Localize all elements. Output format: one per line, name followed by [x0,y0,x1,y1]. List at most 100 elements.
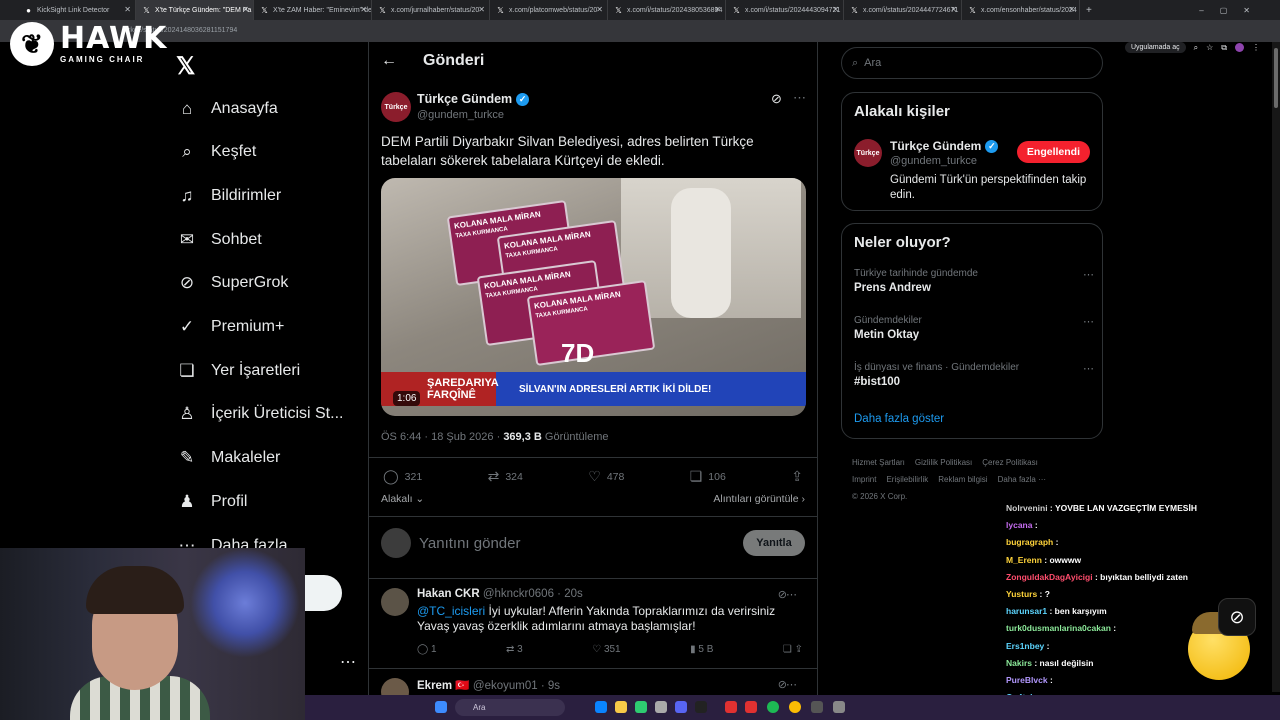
app-icon[interactable] [695,701,707,713]
reply-action[interactable]: ◯ 1 [417,644,437,655]
repost-action[interactable]: ⇄ 3 [506,644,523,655]
nav-item-bell[interactable]: ♫ Bildirimler [176,181,282,211]
app-icon[interactable] [675,701,687,713]
view-quotes-link[interactable]: Alıntıları görüntüle › [713,493,805,505]
related-avatar[interactable]: Türkçe [854,139,882,167]
nav-item-bookmark[interactable]: ❏ Yer İşaretleri [176,356,300,386]
footer-link[interactable]: Reklam bilgisi [938,475,987,484]
sort-related-dropdown[interactable]: Alakalı ⌄ [381,493,424,505]
trend-more-icon[interactable]: ⋯ [1083,362,1094,375]
reply-action[interactable]: ◯ 321 [383,468,422,485]
account-more-icon[interactable]: ⋯ [340,652,356,672]
nav-item-profile[interactable]: ♟ Profil [176,487,247,517]
reply-more-icon[interactable]: ⋯ [786,678,797,691]
app-icon[interactable] [635,701,647,713]
taskbar-search[interactable]: Ara [455,699,565,716]
tweet-more-icon[interactable]: ⋯ [793,90,806,106]
repost-action[interactable]: ⇄ 324 [488,468,523,485]
app-icon[interactable] [615,701,627,713]
close-tab-icon[interactable]: ✕ [360,5,367,14]
nav-item-mail[interactable]: ✉ Sohbet [176,225,262,255]
app-icon[interactable] [655,701,667,713]
share-action[interactable]: ⇪ [791,468,803,485]
app-icon[interactable] [811,701,823,713]
blocked-button[interactable]: Engellendi [1016,141,1090,163]
footer-link[interactable]: Daha fazla ··· [998,475,1046,484]
nav-item-article[interactable]: ✎ Makaleler [176,443,280,473]
x-logo-icon[interactable]: 𝕏 [176,52,195,81]
window-controls[interactable]: –▢✕ [1199,6,1266,15]
close-tab-icon[interactable]: ✕ [1068,5,1075,14]
start-icon[interactable] [435,701,447,713]
tweet-video[interactable]: KOLANA MALA MİRAN TAXA KURMANCA KOLANA MA… [381,178,806,416]
footer-link[interactable]: Gizlilik Politikası [915,458,972,467]
browser-tab[interactable]: ● KickSight Link Detector ✕ [18,0,136,20]
like-action[interactable]: ♡ 478 [588,468,624,485]
browser-menu-icon[interactable]: ⋮ [1252,43,1260,52]
trend-item[interactable]: Türkiye tarihinde gündemde Prens Andrew ⋯ [854,268,1094,294]
address-bar[interactable]: rkce/status/2024148036281151794 Uygulama… [0,20,1280,53]
chrome-icon[interactable] [789,701,801,713]
browser-tab[interactable]: 𝕏x.com/i/status/2024443094721 ✕ [726,0,844,20]
close-tab-icon[interactable]: ✕ [242,5,249,14]
browser-tab[interactable]: 𝕏 X'te ZAM Haber: "Eminevim" de ✕ [254,0,372,20]
footer-link[interactable]: Erişilebilirlik [886,475,928,484]
reply-button[interactable]: Yanıtla [743,530,805,556]
browser-tab[interactable]: 𝕏x.com/i/status/2024380536894 ✕ [608,0,726,20]
footer-link[interactable]: © 2026 X Corp. [852,492,907,501]
open-in-app-pill[interactable]: Uygulamada aç [1124,42,1186,53]
app-icon[interactable] [833,701,845,713]
scrollbar[interactable] [1272,42,1280,692]
back-arrow-icon[interactable]: ← [381,52,397,70]
close-tab-icon[interactable]: ✕ [124,5,131,14]
close-tab-icon[interactable]: ✕ [478,5,485,14]
app-icon[interactable] [745,701,757,713]
related-name[interactable]: Türkçe Gündem [890,139,981,153]
star-icon[interactable]: ☆ [1206,43,1213,52]
new-tab-icon[interactable]: + [1086,5,1092,16]
like-action[interactable]: ♡ 351 [592,644,620,655]
footer-link[interactable]: Hizmet Şartları [852,458,905,467]
reply-input[interactable]: Yanıtını gönder [419,535,743,552]
nav-item-studio[interactable]: ♙ İçerik Üreticisi St... [176,399,343,429]
reply-more-icon[interactable]: ⋯ [786,588,797,601]
nav-item-home[interactable]: ⌂ Anasayfa [176,94,278,124]
nav-item-grok[interactable]: ⊘ SuperGrok [176,268,289,298]
trend-more-icon[interactable]: ⋯ [1083,268,1094,281]
show-more-link[interactable]: Daha fazla göster [854,413,944,425]
trend-more-icon[interactable]: ⋯ [1083,315,1094,328]
trend-item[interactable]: Gündemdekiler Metin Oktay ⋯ [854,315,1094,341]
trend-item[interactable]: İş dünyası ve finans · Gündemdekiler #bis… [854,362,1094,388]
grok-icon[interactable]: ⊘ [1218,598,1256,636]
scroll-thumb[interactable] [1274,48,1278,108]
views-action[interactable]: ▮ 5 B [690,644,713,655]
author-avatar[interactable]: Türkçe [381,92,411,122]
app-icon[interactable] [725,701,737,713]
footer-link[interactable]: Imprint [852,475,876,484]
grok-explain-icon[interactable]: ⊘ [771,91,782,107]
mention-link[interactable]: @TC_icisleri [417,604,485,618]
search-input[interactable]: ⌕ Ara [841,47,1103,79]
nav-item-verified[interactable]: ✓ Premium+ [176,312,284,342]
close-tab-icon[interactable]: ✕ [596,5,603,14]
bookmark-action[interactable]: ❏ ⇪ [783,644,803,655]
browser-tab[interactable]: 𝕏x.com/ensonhaber/status/2024 ✕ [962,0,1080,20]
bookmark-action[interactable]: ❏ 106 [690,468,726,485]
author-handle[interactable]: @gundem_turkce [417,109,529,121]
close-tab-icon[interactable]: ✕ [832,5,839,14]
nav-item-search[interactable]: ⌕ Keşfet [176,137,256,167]
close-tab-icon[interactable]: ✕ [714,5,721,14]
browser-tab[interactable]: 𝕏x.com/i/status/2024447724671 ✕ [844,0,962,20]
profile-icon[interactable] [1235,43,1244,52]
browser-tab[interactable]: 𝕏x.com/platcomweb/status/20 ✕ [490,0,608,20]
browser-tab[interactable]: 𝕏x.com/jurnalhaberr/status/20 ✕ [372,0,490,20]
spotify-icon[interactable] [767,701,779,713]
close-tab-icon[interactable]: ✕ [950,5,957,14]
app-icon[interactable] [595,701,607,713]
zoom-icon[interactable]: ⌕ [1194,43,1198,53]
reply-avatar[interactable] [381,588,409,616]
browser-tab[interactable]: 𝕏 X'te Türkçe Gündem: "DEM Pa ✕ [136,0,254,20]
footer-link[interactable]: Çerez Politikası [982,458,1038,467]
extensions-icon[interactable]: ⧉ [1221,43,1227,53]
author-name[interactable]: Türkçe Gündem [417,92,512,106]
